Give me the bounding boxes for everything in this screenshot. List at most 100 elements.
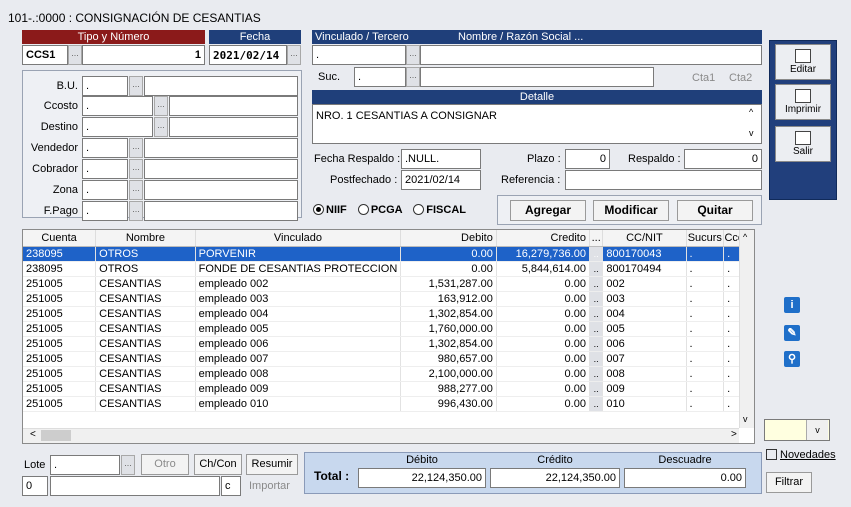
vinculado-lookup-button[interactable]: ... <box>406 45 420 65</box>
respaldo-input[interactable]: 0 <box>684 149 762 169</box>
hscroll-thumb[interactable] <box>41 430 71 441</box>
col-sucurs[interactable]: Sucurs <box>686 230 725 247</box>
lote-lookup-button[interactable]: ... <box>121 455 135 475</box>
cell-vinculado[interactable]: empleado 008 <box>195 366 402 382</box>
cobrador-lookup-button[interactable]: ... <box>129 159 143 179</box>
scroll-right-icon[interactable]: > <box>731 429 737 440</box>
fecha-respaldo-input[interactable]: .NULL. <box>401 149 481 169</box>
cell-cuenta[interactable]: 251005 <box>23 381 97 397</box>
cell-nombre[interactable]: CESANTIAS <box>95 381 196 397</box>
cell-credito[interactable]: 0.00 <box>496 276 590 292</box>
table-row[interactable]: 238095 OTROS FONDE DE CESANTIAS PROTECCION… <box>23 261 754 277</box>
cell-credito[interactable]: 0.00 <box>496 366 590 382</box>
cell-lookup[interactable]: .. <box>589 246 604 262</box>
detalle-scroll-down-icon[interactable]: v <box>749 128 754 138</box>
cell-ccnit[interactable]: 003 <box>602 291 687 307</box>
cell-nombre[interactable]: CESANTIAS <box>95 291 196 307</box>
modificar-button[interactable]: Modificar <box>593 200 669 221</box>
bu-lookup-button[interactable]: ... <box>129 76 143 96</box>
cell-sucurs[interactable]: . <box>686 366 725 382</box>
cell-credito[interactable]: 0.00 <box>496 306 590 322</box>
attach-icon[interactable]: ✎ <box>784 325 800 341</box>
col-vinculado[interactable]: Vinculado <box>195 230 402 247</box>
cell-debito[interactable]: 0.00 <box>400 246 497 262</box>
destino-lookup-button[interactable]: ... <box>154 117 168 137</box>
importar-button[interactable]: Importar <box>249 480 290 492</box>
table-row[interactable]: 251005 CESANTIAS empleado 004 1,302,854.00 0… <box>23 306 754 322</box>
cell-cuenta[interactable]: 251005 <box>23 321 97 337</box>
cell-sucurs[interactable]: . <box>686 351 725 367</box>
cell-ccnit[interactable]: 008 <box>602 366 687 382</box>
cell-credito[interactable]: 0.00 <box>496 321 590 337</box>
cell-vinculado[interactable]: empleado 004 <box>195 306 402 322</box>
cell-cuenta[interactable]: 238095 <box>23 261 97 277</box>
table-row[interactable]: 251005 CESANTIAS empleado 010 996,430.00 0.0… <box>23 396 754 412</box>
chcon-button[interactable]: Ch/Con <box>194 454 242 475</box>
cell-nombre[interactable]: CESANTIAS <box>95 306 196 322</box>
cell-cuenta[interactable]: 251005 <box>23 396 97 412</box>
agregar-button[interactable]: Agregar <box>510 200 586 221</box>
cell-cuenta[interactable]: 251005 <box>23 336 97 352</box>
cell-sucurs[interactable]: . <box>686 246 725 262</box>
cell-lookup[interactable]: .. <box>589 396 604 412</box>
cell-ccnit[interactable]: 004 <box>602 306 687 322</box>
scroll-up-icon[interactable]: ^ <box>743 232 747 242</box>
cell-nombre[interactable]: CESANTIAS <box>95 396 196 412</box>
resumir-button[interactable]: Resumir <box>246 454 298 475</box>
cell-nombre[interactable]: CESANTIAS <box>95 351 196 367</box>
cell-lookup[interactable]: .. <box>589 306 604 322</box>
imprimir-button[interactable]: Imprimir <box>775 84 831 120</box>
cell-nombre[interactable]: CESANTIAS <box>95 336 196 352</box>
radio-niif[interactable]: NIIF <box>313 204 347 216</box>
suc-lookup-button[interactable]: ... <box>406 67 420 87</box>
fpago-lookup-button[interactable]: ... <box>129 201 143 221</box>
cell-lookup[interactable]: .. <box>589 351 604 367</box>
grid-vscroll[interactable] <box>739 230 754 428</box>
cell-credito[interactable]: 0.00 <box>496 381 590 397</box>
otro-button[interactable]: Otro <box>141 454 189 475</box>
memo-input[interactable] <box>50 476 220 496</box>
c-input[interactable]: c <box>221 476 241 496</box>
table-row[interactable]: 251005 CESANTIAS empleado 008 2,100,000.00 0… <box>23 366 754 382</box>
tipo-input[interactable]: CCS1 <box>22 45 68 65</box>
cta2-button[interactable]: Cta2 <box>729 72 752 84</box>
cell-cuenta[interactable]: 251005 <box>23 291 97 307</box>
cell-cuenta[interactable]: 238095 <box>23 246 97 262</box>
cell-lookup[interactable]: .. <box>589 381 604 397</box>
table-row[interactable]: 251005 CESANTIAS empleado 006 1,302,854.00 0… <box>23 336 754 352</box>
cell-sucurs[interactable]: . <box>686 336 725 352</box>
table-row[interactable]: 251005 CESANTIAS empleado 003 163,912.00 0.0… <box>23 291 754 307</box>
cell-ccnit[interactable]: 002 <box>602 276 687 292</box>
vinculado-input[interactable]: . <box>312 45 406 65</box>
bu-input[interactable]: . <box>82 76 128 96</box>
zoom-icon[interactable]: ⚲ <box>784 351 800 367</box>
cell-debito[interactable]: 0.00 <box>400 261 497 277</box>
cell-nombre[interactable]: CESANTIAS <box>95 366 196 382</box>
detalle-scroll-up-icon[interactable]: ^ <box>749 107 753 117</box>
cell-cuenta[interactable]: 251005 <box>23 351 97 367</box>
cta1-button[interactable]: Cta1 <box>692 72 715 84</box>
cell-vinculado[interactable]: empleado 006 <box>195 336 402 352</box>
cell-lookup[interactable]: .. <box>589 276 604 292</box>
cell-debito[interactable]: 1,302,854.00 <box>400 336 497 352</box>
cell-sucurs[interactable]: . <box>686 381 725 397</box>
chevron-down-icon[interactable]: v <box>806 420 828 440</box>
cell-vinculado[interactable]: PORVENIR <box>195 246 402 262</box>
cobrador-input[interactable]: . <box>82 159 128 179</box>
cell-vinculado[interactable]: empleado 005 <box>195 321 402 337</box>
cell-lookup[interactable]: .. <box>589 321 604 337</box>
cell-lookup[interactable]: .. <box>589 261 604 277</box>
referencia-input[interactable] <box>565 170 762 190</box>
cell-vinculado[interactable]: empleado 010 <box>195 396 402 412</box>
cell-cuenta[interactable]: 251005 <box>23 276 97 292</box>
ccosto-input[interactable]: . <box>82 96 153 116</box>
col-cuenta[interactable]: Cuenta <box>23 230 97 247</box>
cell-credito[interactable]: 16,279,736.00 <box>496 246 590 262</box>
grid-hscroll[interactable] <box>23 428 739 443</box>
cell-lookup[interactable]: .. <box>589 291 604 307</box>
table-row[interactable]: 251005 CESANTIAS empleado 005 1,760,000.00 0… <box>23 321 754 337</box>
cell-debito[interactable]: 980,657.00 <box>400 351 497 367</box>
cell-debito[interactable]: 163,912.00 <box>400 291 497 307</box>
cell-credito[interactable]: 5,844,614.00 <box>496 261 590 277</box>
tipo-lookup-button[interactable]: ... <box>68 45 82 65</box>
